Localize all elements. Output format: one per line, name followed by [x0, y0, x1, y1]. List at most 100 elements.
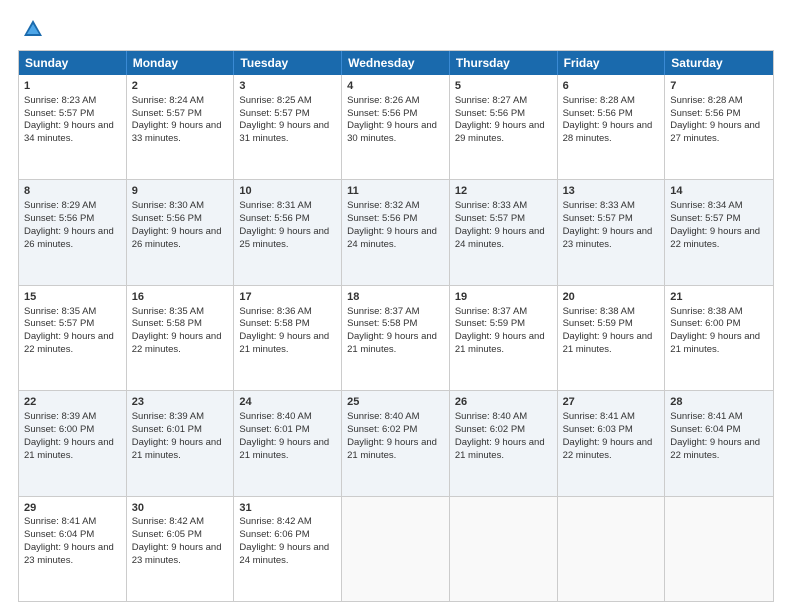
calendar-cell-6: 6Sunrise: 8:28 AMSunset: 5:56 PMDaylight… [558, 75, 666, 179]
sunrise-text: Sunrise: 8:41 AM [24, 516, 96, 527]
day-number: 16 [132, 290, 229, 305]
sunrise-text: Sunrise: 8:41 AM [563, 411, 635, 422]
sunset-text: Sunset: 6:05 PM [132, 529, 202, 540]
sunset-text: Sunset: 5:57 PM [563, 213, 633, 224]
calendar-cell-14: 14Sunrise: 8:34 AMSunset: 5:57 PMDayligh… [665, 180, 773, 284]
calendar-cell-31: 31Sunrise: 8:42 AMSunset: 6:06 PMDayligh… [234, 497, 342, 601]
sunrise-text: Sunrise: 8:40 AM [347, 411, 419, 422]
sunrise-text: Sunrise: 8:33 AM [455, 200, 527, 211]
sunrise-text: Sunrise: 8:34 AM [670, 200, 742, 211]
calendar-cell-11: 11Sunrise: 8:32 AMSunset: 5:56 PMDayligh… [342, 180, 450, 284]
daylight-text: Daylight: 9 hours and 21 minutes. [347, 437, 437, 461]
sunrise-text: Sunrise: 8:25 AM [239, 95, 311, 106]
sunset-text: Sunset: 5:59 PM [563, 318, 633, 329]
calendar-cell-29: 29Sunrise: 8:41 AMSunset: 6:04 PMDayligh… [19, 497, 127, 601]
sunrise-text: Sunrise: 8:37 AM [455, 306, 527, 317]
day-number: 31 [239, 501, 336, 516]
calendar-cell-18: 18Sunrise: 8:37 AMSunset: 5:58 PMDayligh… [342, 286, 450, 390]
header-day-monday: Monday [127, 51, 235, 75]
daylight-text: Daylight: 9 hours and 26 minutes. [132, 226, 222, 250]
calendar-cell-15: 15Sunrise: 8:35 AMSunset: 5:57 PMDayligh… [19, 286, 127, 390]
sunrise-text: Sunrise: 8:26 AM [347, 95, 419, 106]
sunset-text: Sunset: 6:03 PM [563, 424, 633, 435]
calendar-cell-empty [558, 497, 666, 601]
day-number: 23 [132, 395, 229, 410]
day-number: 12 [455, 184, 552, 199]
daylight-text: Daylight: 9 hours and 30 minutes. [347, 120, 437, 144]
sunrise-text: Sunrise: 8:27 AM [455, 95, 527, 106]
day-number: 20 [563, 290, 660, 305]
header [18, 18, 774, 40]
header-day-friday: Friday [558, 51, 666, 75]
sunset-text: Sunset: 5:57 PM [24, 318, 94, 329]
sunset-text: Sunset: 5:57 PM [239, 108, 309, 119]
daylight-text: Daylight: 9 hours and 22 minutes. [24, 331, 114, 355]
header-day-wednesday: Wednesday [342, 51, 450, 75]
sunset-text: Sunset: 6:01 PM [239, 424, 309, 435]
sunrise-text: Sunrise: 8:35 AM [132, 306, 204, 317]
calendar-cell-9: 9Sunrise: 8:30 AMSunset: 5:56 PMDaylight… [127, 180, 235, 284]
sunset-text: Sunset: 5:58 PM [347, 318, 417, 329]
day-number: 24 [239, 395, 336, 410]
day-number: 17 [239, 290, 336, 305]
calendar-cell-30: 30Sunrise: 8:42 AMSunset: 6:05 PMDayligh… [127, 497, 235, 601]
calendar-cell-25: 25Sunrise: 8:40 AM Sunset: 6:02 PM Dayligh… [342, 391, 450, 495]
calendar-cell-26: 26Sunrise: 8:40 AMSunset: 6:02 PMDayligh… [450, 391, 558, 495]
sunset-text: Sunset: 5:57 PM [670, 213, 740, 224]
day-number: 19 [455, 290, 552, 305]
daylight-text: Daylight: 9 hours and 23 minutes. [132, 542, 222, 566]
sunset-text: Sunset: 5:57 PM [132, 108, 202, 119]
sunrise-text: Sunrise: 8:36 AM [239, 306, 311, 317]
sunset-text: Sunset: 5:56 PM [670, 108, 740, 119]
day-number: 7 [670, 79, 768, 94]
sunset-text: Sunset: 5:58 PM [239, 318, 309, 329]
calendar-cell-1: 1Sunrise: 8:23 AMSunset: 5:57 PMDaylight… [19, 75, 127, 179]
daylight-text: Daylight: 9 hours and 22 minutes. [670, 437, 760, 461]
calendar-cell-8: 8Sunrise: 8:29 AMSunset: 5:56 PMDaylight… [19, 180, 127, 284]
daylight-text: Daylight: 9 hours and 22 minutes. [670, 226, 760, 250]
sunrise-text: Sunrise: 8:38 AM [563, 306, 635, 317]
calendar-cell-10: 10Sunrise: 8:31 AMSunset: 5:56 PMDayligh… [234, 180, 342, 284]
sunset-text: Sunset: 6:02 PM [347, 424, 417, 435]
daylight-text: Daylight: 9 hours and 23 minutes. [24, 542, 114, 566]
calendar-cell-3: 3Sunrise: 8:25 AMSunset: 5:57 PMDaylight… [234, 75, 342, 179]
calendar-cell-22: 22Sunrise: 8:39 AMSunset: 6:00 PMDayligh… [19, 391, 127, 495]
header-day-thursday: Thursday [450, 51, 558, 75]
calendar-row-2: 8Sunrise: 8:29 AMSunset: 5:56 PMDaylight… [19, 179, 773, 284]
sunrise-text: Sunrise: 8:29 AM [24, 200, 96, 211]
day-number: 3 [239, 79, 336, 94]
daylight-text: Daylight: 9 hours and 21 minutes. [347, 331, 437, 355]
day-number: 29 [24, 501, 121, 516]
daylight-text: Daylight: 9 hours and 24 minutes. [455, 226, 545, 250]
day-number: 15 [24, 290, 121, 305]
daylight-text: Daylight: 9 hours and 22 minutes. [563, 437, 653, 461]
sunset-text: Sunset: 5:56 PM [239, 213, 309, 224]
sunrise-text: Sunrise: 8:39 AM [24, 411, 96, 422]
sunset-text: Sunset: 5:57 PM [455, 213, 525, 224]
sunset-text: Sunset: 5:57 PM [24, 108, 94, 119]
calendar-header: SundayMondayTuesdayWednesdayThursdayFrid… [19, 51, 773, 75]
calendar-cell-13: 13Sunrise: 8:33 AMSunset: 5:57 PMDayligh… [558, 180, 666, 284]
day-number: 25 [347, 395, 444, 410]
sunrise-text: Sunrise: 8:41 AM [670, 411, 742, 422]
sunset-text: Sunset: 5:59 PM [455, 318, 525, 329]
daylight-text: Daylight: 9 hours and 21 minutes. [132, 437, 222, 461]
daylight-text: Daylight: 9 hours and 27 minutes. [670, 120, 760, 144]
sunrise-text: Sunrise: 8:31 AM [239, 200, 311, 211]
daylight-text: Daylight: 9 hours and 33 minutes. [132, 120, 222, 144]
calendar-cell-19: 19Sunrise: 8:37 AMSunset: 5:59 PM Dayligh… [450, 286, 558, 390]
calendar: SundayMondayTuesdayWednesdayThursdayFrid… [18, 50, 774, 602]
calendar-row-5: 29Sunrise: 8:41 AMSunset: 6:04 PMDayligh… [19, 496, 773, 601]
sunset-text: Sunset: 6:01 PM [132, 424, 202, 435]
daylight-text: Daylight: 9 hours and 34 minutes. [24, 120, 114, 144]
daylight-text: Daylight: 9 hours and 21 minutes. [455, 331, 545, 355]
day-number: 6 [563, 79, 660, 94]
sunrise-text: Sunrise: 8:30 AM [132, 200, 204, 211]
header-day-saturday: Saturday [665, 51, 773, 75]
calendar-row-1: 1Sunrise: 8:23 AMSunset: 5:57 PMDaylight… [19, 75, 773, 179]
calendar-body: 1Sunrise: 8:23 AMSunset: 5:57 PMDaylight… [19, 75, 773, 601]
sunrise-text: Sunrise: 8:37 AM [347, 306, 419, 317]
day-number: 28 [670, 395, 768, 410]
sunrise-text: Sunrise: 8:39 AM [132, 411, 204, 422]
sunset-text: Sunset: 5:56 PM [347, 108, 417, 119]
